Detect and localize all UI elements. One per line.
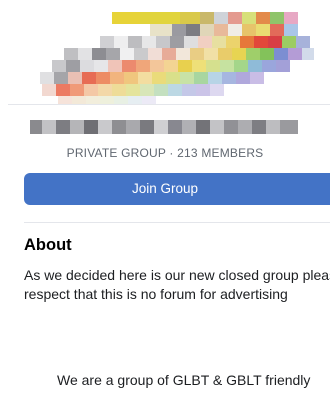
group-privacy-member-count: PRIVATE GROUP · 213 MEMBERS <box>66 146 264 160</box>
about-intro-text: We are a group of GLBT & GBLT friendly <box>57 372 311 388</box>
about-heading: About <box>24 236 72 254</box>
pixelated-cover-image <box>40 12 314 104</box>
join-group-button[interactable]: Join Group <box>24 173 330 205</box>
cover-divider <box>8 104 330 105</box>
section-divider <box>24 222 330 223</box>
group-name-pixelated <box>30 120 298 134</box>
group-cover-photo <box>0 0 330 112</box>
join-group-label: Join Group <box>131 181 199 196</box>
about-description: As we decided here is our new closed gro… <box>24 267 330 302</box>
